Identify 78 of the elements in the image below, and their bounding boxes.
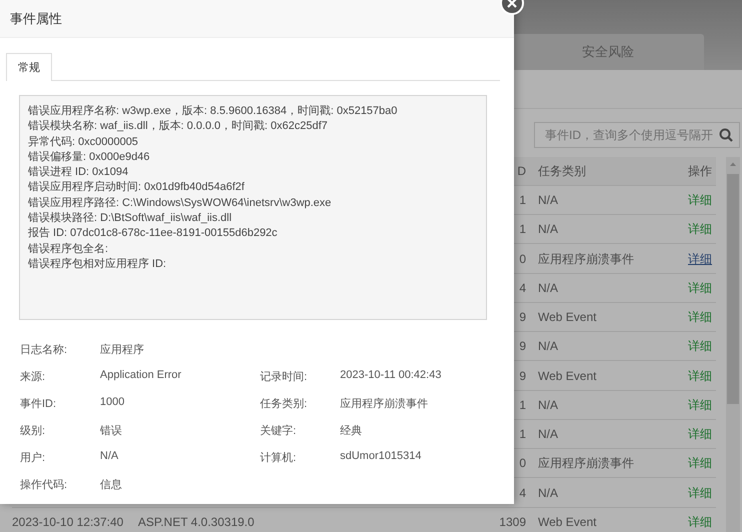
detail-line: 错误模块路径: D:\BtSoft\waf_iis\waf_iis.dll: [28, 211, 233, 226]
details-link[interactable]: 详细: [688, 193, 712, 208]
detail-line: 错误应用程序路径: C:\Windows\SysWOW64\inetsrv\w3wp.exe: [28, 196, 332, 211]
table-cell: 1: [519, 398, 526, 412]
table-cell: 0: [519, 456, 526, 470]
details-link[interactable]: 详细: [688, 398, 712, 412]
field-value: 1000: [100, 396, 124, 410]
search-icon[interactable]: [719, 128, 733, 142]
table-cell: N/A: [538, 280, 558, 295]
tab[interactable]: 安全风险: [512, 34, 704, 70]
table-cell: ASP.NET 4.0.30319.0: [138, 514, 254, 529]
table-cell: Web Event: [538, 310, 596, 324]
details-link[interactable]: 详细: [688, 368, 712, 383]
table-cell: 1: [519, 222, 526, 236]
details-link[interactable]: 详细: [688, 456, 712, 470]
table-cell: 1: [519, 193, 526, 208]
field-label: 任务类别:: [260, 397, 308, 411]
details-link[interactable]: 详细: [688, 427, 712, 442]
table-cell: N/A: [538, 339, 558, 354]
details-link[interactable]: 详细: [688, 339, 712, 354]
table-cell: N/A: [538, 193, 558, 208]
table-cell: Web Event: [538, 368, 596, 383]
table-cell: N/A: [538, 398, 558, 412]
field-value: 错误: [100, 424, 122, 438]
field-value: N/A: [100, 450, 118, 464]
table-cell: 9: [519, 310, 526, 324]
field-value: 应用程序崩溃事件: [340, 396, 428, 411]
table-cell: 9: [519, 368, 526, 383]
detail-line: 错误模块名称: waf_iis.dll，版本: 0.0.0.0，时间戳: 0x62c25df7: [28, 119, 329, 134]
table-cell: 2023-10-10 12:37:40: [12, 514, 124, 529]
detail-line: 错误偏移量: 0x000e9d46: [28, 150, 151, 165]
table-cell: N/A: [538, 222, 558, 236]
table-cell: 1: [519, 427, 526, 442]
field-value: 2023-10-11 00:42:43: [340, 369, 442, 383]
column-header: 任务类别: [538, 157, 688, 186]
details-link[interactable]: 详细: [688, 486, 712, 500]
details-link[interactable]: 详细: [688, 310, 712, 324]
field-label: 操作代码:: [20, 478, 68, 492]
field-value: 信息: [100, 478, 122, 492]
table-cell: 0: [519, 252, 526, 266]
field-value: Application Error: [100, 369, 182, 383]
field-label: 计算机:: [260, 451, 298, 465]
detail-line: 错误程序包全名:: [28, 242, 110, 257]
field-value: 经典: [340, 424, 362, 438]
field-label: 记录时间:: [260, 370, 308, 384]
field-label: 用户:: [20, 450, 46, 465]
table-cell: 应用程序崩溃事件: [538, 252, 634, 266]
field-value: 应用程序: [100, 342, 144, 357]
field-label: 来源:: [20, 370, 46, 384]
table-cell: N/A: [538, 427, 558, 442]
table-cell: 4: [519, 280, 526, 295]
field-label: 事件ID:: [20, 397, 58, 411]
search-field[interactable]: 事件ID，查询多个使用逗号隔开: [534, 122, 740, 148]
details-text-area[interactable]: [19, 95, 487, 320]
table-cell: 9: [519, 339, 526, 354]
detail-line: 报告 ID: 07dc01c8-678c-11ee-8191-00155d6b292c: [28, 226, 278, 242]
field-label: 级别:: [20, 424, 46, 438]
details-link[interactable]: 详细: [688, 514, 712, 529]
detail-line: 错误应用程序启动时间: 0x01d9fb40d54a6f2f: [28, 180, 246, 196]
detail-line: 错误应用程序名称: w3wp.exe，版本: 8.5.9600.16384，时间戳: 0x52157ba0: [28, 104, 398, 119]
table-cell: 4: [519, 486, 526, 500]
details-link[interactable]: 详细: [688, 280, 712, 295]
field-label: 关键字:: [260, 424, 298, 438]
details-link[interactable]: 详细: [688, 222, 712, 236]
detail-line: 错误程序包相对应用程序 ID:: [28, 256, 168, 272]
table-cell: 1309: [499, 514, 526, 529]
scrollbar[interactable]: [726, 157, 740, 532]
details-link[interactable]: 详细: [688, 252, 712, 266]
field-label: 日志名称:: [20, 342, 68, 357]
tab[interactable]: 常规: [6, 53, 52, 81]
table-cell: N/A: [538, 486, 558, 500]
detail-line: 错误进程 ID: 0x1094: [28, 165, 130, 180]
field-value: sdUmor1015314: [340, 450, 422, 464]
table-cell: 应用程序崩溃事件: [538, 456, 634, 470]
detail-line: 异常代码: 0xc0000005: [28, 134, 140, 150]
dialog-title: 事件属性: [0, 0, 514, 38]
table-cell: Web Event: [538, 514, 596, 529]
column-header: 操作: [688, 157, 716, 186]
